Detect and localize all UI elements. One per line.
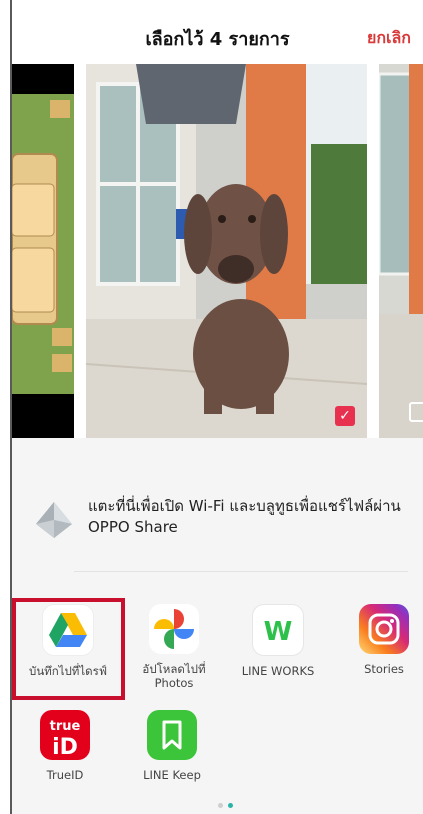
selection-count-title: เลือกไว้ 4 รายการ [145, 29, 290, 50]
photo-thumbnail-house[interactable] [379, 64, 423, 438]
selected-check-icon[interactable]: ✓ [335, 406, 355, 426]
svg-text:iD: iD [52, 735, 78, 760]
photo-thumbnail-dog[interactable]: ✓ [86, 64, 367, 438]
trueid-icon: true iD [40, 710, 90, 760]
app-line-keep[interactable]: LINE Keep [128, 710, 216, 782]
app-label: LINE WORKS [241, 664, 315, 678]
line-works-icon: W [252, 604, 304, 656]
highlight-annotation-box [12, 598, 125, 700]
svg-text:true: true [50, 719, 81, 734]
app-label: LINE Keep [143, 768, 201, 782]
instagram-icon [359, 604, 409, 654]
app-label: อัปโหลดไปที่ Photos [142, 662, 206, 690]
selection-header: เลือกไว้ 4 รายการ ยกเลิก [12, 0, 423, 64]
page-dot[interactable] [218, 803, 223, 808]
line-keep-icon [147, 710, 197, 760]
page-indicator[interactable] [218, 803, 248, 809]
app-upload-to-photos[interactable]: อัปโหลดไปที่ Photos [130, 604, 218, 690]
google-photos-icon [149, 604, 199, 654]
app-label: TrueID [46, 768, 84, 782]
oppo-share-banner[interactable]: แตะที่นี่เพื่อเปิด Wi-Fi และบลูทูธเพื่อแ… [12, 468, 423, 568]
svg-text:W: W [264, 617, 293, 647]
app-label: Stories [364, 662, 404, 676]
app-trueid[interactable]: true iD TrueID [21, 710, 109, 782]
cancel-button[interactable]: ยกเลิก [367, 26, 411, 51]
app-instagram-stories[interactable]: Stories [340, 604, 423, 676]
page-dot-active[interactable] [228, 803, 233, 808]
unselected-checkbox-icon[interactable] [409, 402, 423, 422]
photo-carousel[interactable]: ✓ [12, 64, 423, 438]
share-sheet: แตะที่นี่เพื่อเปิด Wi-Fi และบลูทูธเพื่อแ… [12, 438, 423, 814]
oppo-share-icon [32, 498, 76, 542]
section-divider [74, 571, 408, 572]
photo-thumbnail-game[interactable] [12, 64, 74, 438]
app-line-works[interactable]: W LINE WORKS [234, 604, 322, 678]
oppo-share-text: แตะที่นี่เพื่อเปิด Wi-Fi และบลูทูธเพื่อแ… [88, 497, 401, 536]
